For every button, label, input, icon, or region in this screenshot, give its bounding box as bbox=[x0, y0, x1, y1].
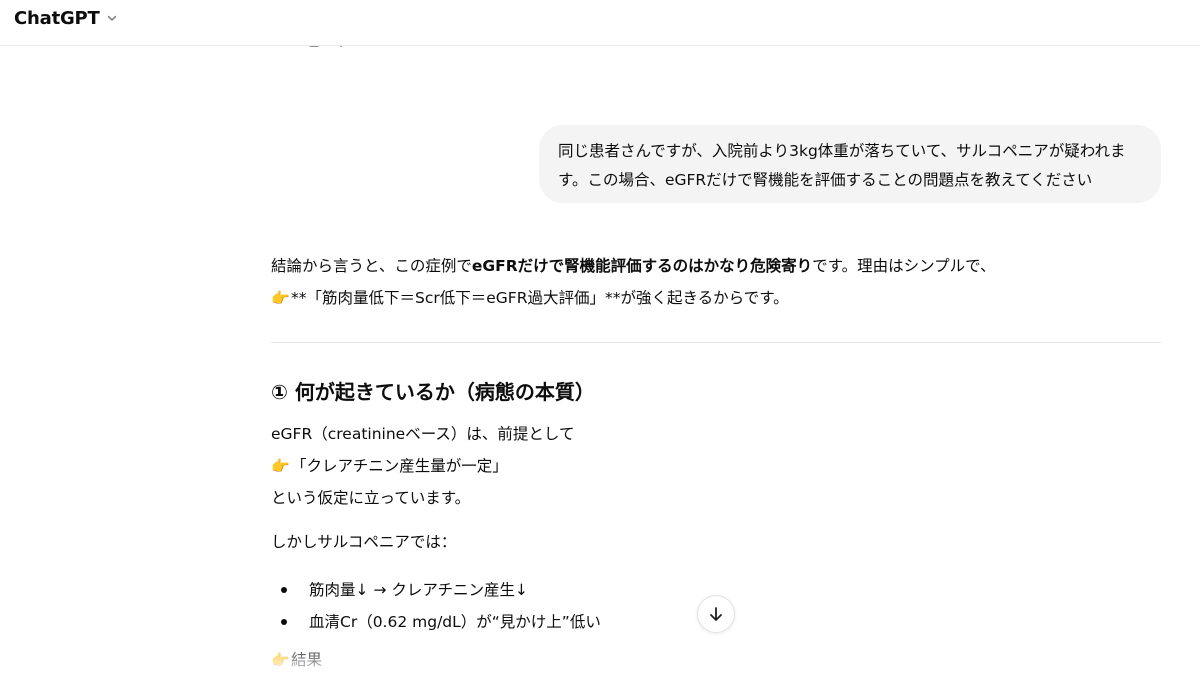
sarcopenia-intro: しかしサルコペニアでは： bbox=[271, 526, 456, 558]
intro-bold-text: eGFRだけで腎機能評価するのはかなり危険寄り bbox=[471, 257, 813, 275]
pointing-hand-icon: 👉 bbox=[271, 457, 290, 475]
user-message-line-2: す。この場合、eGFRだけで腎機能を評価することの問題点を教えてください bbox=[558, 171, 1093, 189]
body-line: しかしサルコペニアでは： bbox=[271, 533, 457, 551]
top-header: ChatGPT bbox=[0, 0, 1200, 46]
chat-app: ChatGPT 同じ患者さんですが、入院前より3kg体重が落ちていて、サルコペニ… bbox=[0, 0, 1200, 675]
user-message-bubble: 同じ患者さんですが、入院前より3kg体重が落ちていて、サルコペニアが疑われま す… bbox=[539, 125, 1161, 203]
bottom-fade bbox=[0, 640, 1200, 675]
intro-text-end: です。理由はシンプルで、 bbox=[812, 257, 996, 275]
chevron-down-icon bbox=[106, 12, 118, 24]
point-text: **「筋肉量低下＝Scr低下＝eGFR過大評価」**が強く起きるからです。 bbox=[291, 289, 789, 307]
model-name: ChatGPT bbox=[14, 7, 100, 29]
pointing-hand-icon: 👉 bbox=[271, 651, 290, 669]
assistant-message: 結論から言うと、この症例でeGFRだけで腎機能評価するのはかなり危険寄りです。理… bbox=[271, 250, 1161, 669]
section-body: eGFR（creatinineベース）は、前提として 👉「クレアチニン産生量が一… bbox=[271, 418, 574, 514]
body-line-text: 「クレアチニン産生量が一定」 bbox=[291, 457, 508, 475]
arrow-down-icon bbox=[710, 607, 722, 621]
intro-paragraph: 結論から言うと、この症例でeGFRだけで腎機能評価するのはかなり危険寄りです。理… bbox=[271, 250, 1161, 282]
result-label: 結果 bbox=[291, 651, 323, 669]
result-line: 👉結果 bbox=[271, 644, 322, 675]
body-line: という仮定に立っています。 bbox=[271, 489, 471, 507]
list-item: 血清Cr（0.62 mg/dL）が“見かけ上”低い bbox=[279, 606, 601, 638]
list-item: 筋肉量↓ → クレアチニン産生↓ bbox=[279, 574, 601, 606]
body-line: eGFR（creatinineベース）は、前提として bbox=[271, 425, 575, 443]
section-heading: ① 何が起きているか（病態の本質） bbox=[271, 380, 595, 404]
scroll-to-bottom-button[interactable] bbox=[697, 595, 735, 633]
section-divider bbox=[271, 342, 1161, 343]
point-line: 👉**「筋肉量低下＝Scr低下＝eGFR過大評価」**が強く起きるからです。 bbox=[271, 282, 1161, 314]
body-line-with-emoji: 👉「クレアチニン産生量が一定」 bbox=[271, 450, 574, 482]
model-switcher[interactable]: ChatGPT bbox=[14, 5, 118, 31]
bullet-list: 筋肉量↓ → クレアチニン産生↓ 血清Cr（0.62 mg/dL）が“見かけ上”… bbox=[279, 574, 601, 638]
intro-text: 結論から言うと、この症例で bbox=[271, 257, 472, 275]
pointing-hand-icon: 👉 bbox=[271, 289, 290, 307]
user-message-line-1: 同じ患者さんですが、入院前より3kg体重が落ちていて、サルコペニアが疑われま bbox=[558, 142, 1126, 160]
